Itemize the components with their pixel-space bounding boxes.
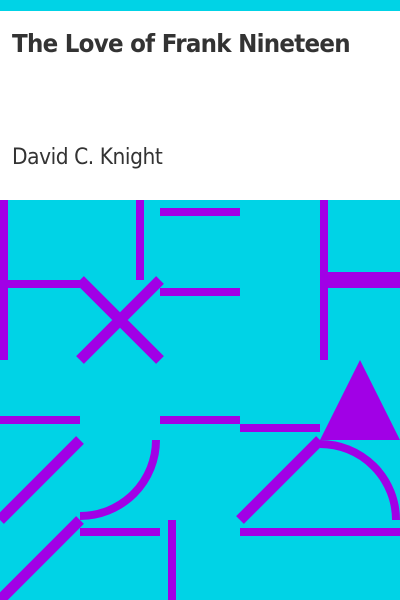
shape-bar: [0, 416, 80, 424]
shape-bar: [160, 288, 240, 296]
shape-bar: [136, 200, 144, 280]
shape-bar: [0, 280, 8, 360]
book-author: David C. Knight: [12, 145, 163, 170]
shape-bar: [320, 272, 400, 288]
shape-bar: [168, 520, 176, 600]
book-cover: The Love of Frank Nineteen David C. Knig…: [0, 0, 400, 600]
shape-bar: [0, 280, 80, 288]
shape-bar: [80, 528, 160, 536]
shape-bar: [160, 208, 240, 216]
cover-artwork: [0, 200, 400, 600]
shape-bar: [0, 200, 8, 280]
shape-bar: [160, 416, 240, 424]
book-title: The Love of Frank Nineteen: [12, 29, 351, 58]
shape-bar: [240, 528, 400, 536]
shape-bar: [240, 424, 320, 432]
top-color-strip: [0, 0, 400, 11]
